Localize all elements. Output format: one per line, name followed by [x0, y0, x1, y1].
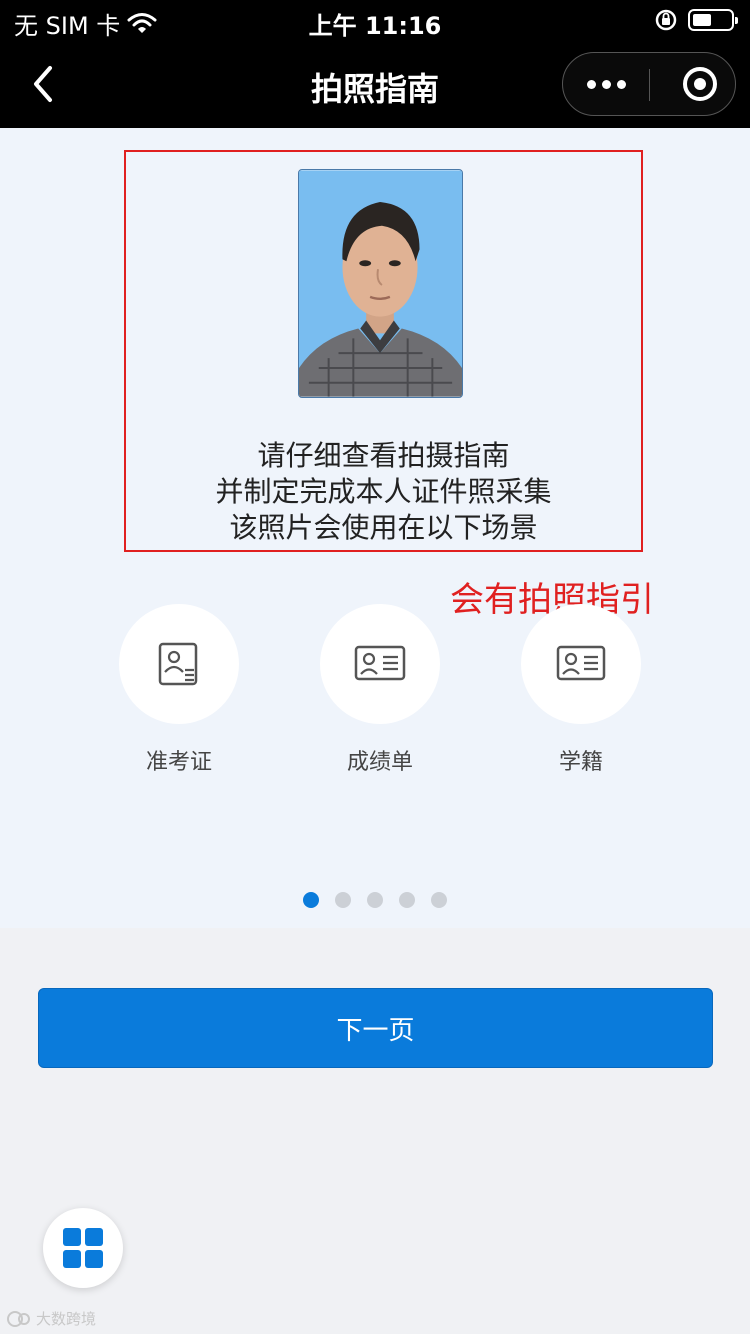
target-close-icon[interactable] — [683, 67, 717, 101]
scene-label: 准考证 — [145, 750, 212, 775]
id-card-icon — [158, 642, 198, 686]
status-right — [654, 8, 738, 32]
scene-label: 学籍 — [558, 750, 603, 775]
battery-fill — [693, 14, 711, 26]
scene-icon-circle — [320, 604, 440, 724]
capsule-divider — [649, 69, 650, 101]
scene-transcript[interactable]: 成绩单 — [320, 604, 440, 776]
battery-icon — [688, 9, 738, 31]
guide-line: 并制定完成本人证件照采集 — [215, 475, 552, 508]
scene-icon-circle — [521, 604, 641, 724]
pagination-dots — [0, 892, 750, 908]
pagination-dot[interactable] — [367, 892, 383, 908]
floating-menu-button[interactable] — [43, 1208, 123, 1288]
pagination-dot[interactable] — [399, 892, 415, 908]
guide-line: 请仔细查看拍摄指南 — [257, 439, 510, 472]
pagination-dot[interactable] — [335, 892, 351, 908]
mini-program-capsule — [562, 52, 736, 116]
watermark-logo-icon — [7, 1310, 30, 1327]
scene-admission-ticket[interactable]: 准考证 — [119, 604, 239, 776]
watermark-text: 大数跨境 — [36, 1310, 97, 1328]
status-bar: 无 SIM 卡 上午 11:16 — [0, 0, 750, 40]
guide-line: 该照片会使用在以下场景 — [229, 511, 538, 544]
grid-icon — [63, 1228, 103, 1268]
orientation-lock-icon — [655, 9, 677, 31]
status-time: 上午 11:16 — [308, 12, 442, 40]
scene-label: 成绩单 — [346, 750, 413, 775]
next-page-button[interactable]: 下一页 — [38, 988, 713, 1068]
transcript-icon — [354, 645, 406, 681]
more-dots-icon[interactable] — [563, 53, 649, 115]
guide-instructions: 请仔细查看拍摄指南 并制定完成本人证件照采集 该照片会使用在以下场景 — [124, 438, 643, 546]
scene-icon-circle — [119, 604, 239, 724]
guide-content: 请仔细查看拍摄指南 并制定完成本人证件照采集 该照片会使用在以下场景 会有拍照指… — [0, 128, 750, 928]
watermark: 大数跨境 — [6, 1308, 96, 1329]
sample-id-photo — [298, 169, 463, 398]
pagination-dot-active[interactable] — [303, 892, 319, 908]
student-status-icon — [556, 645, 606, 681]
scene-student-status[interactable]: 学籍 — [521, 604, 641, 776]
nav-bar: 拍照指南 — [0, 40, 750, 128]
pagination-dot[interactable] — [431, 892, 447, 908]
